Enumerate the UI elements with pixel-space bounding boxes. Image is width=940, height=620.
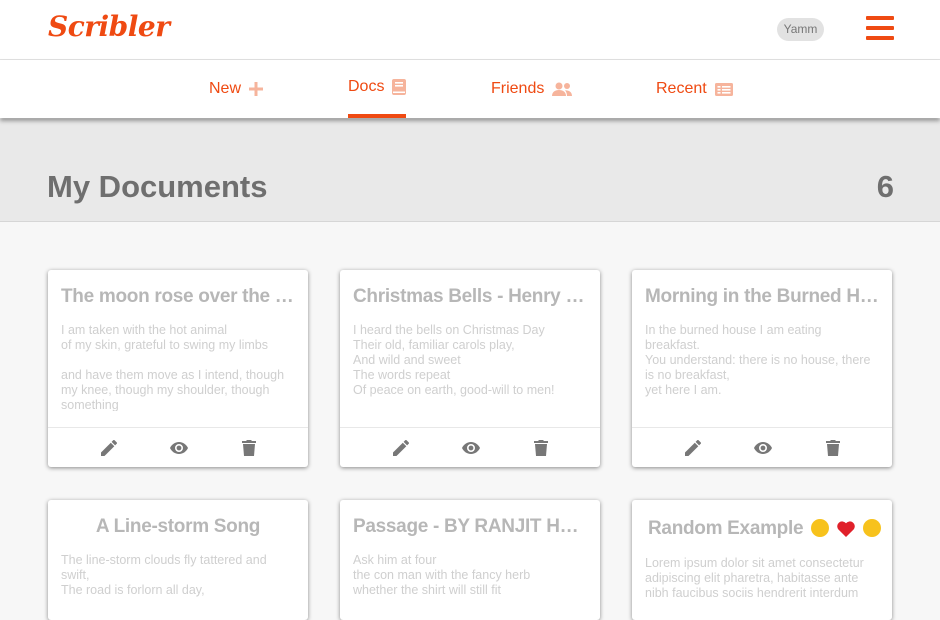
document-card[interactable]: Random Example Lorem ipsum dolor sit ame… xyxy=(632,500,892,620)
trash-icon[interactable] xyxy=(239,438,259,458)
tab-docs[interactable]: Docs xyxy=(348,58,407,116)
pencil-icon[interactable] xyxy=(683,438,703,458)
pencil-icon[interactable] xyxy=(99,438,119,458)
card-preview: In the burned house I am eating breakfas… xyxy=(645,323,871,397)
plus-icon xyxy=(249,82,264,96)
document-card[interactable]: Morning in the Burned House In the burne… xyxy=(632,270,892,467)
document-count: 6 xyxy=(876,169,894,204)
card-title[interactable]: Morning in the Burned House xyxy=(645,286,879,308)
laughing-tears-emoji-icon xyxy=(863,519,882,537)
card-preview: Ask him at four the con man with the fan… xyxy=(353,553,531,597)
card-title-row[interactable]: Random Example xyxy=(648,518,882,543)
page-header: My Documents 6 xyxy=(0,119,940,222)
tab-recent[interactable]: Recent xyxy=(656,60,733,118)
card-title[interactable]: Passage - BY RANJIT HOSKOTE xyxy=(353,516,587,538)
user-badge[interactable]: Yamm xyxy=(777,18,824,41)
hamburger-menu-icon[interactable] xyxy=(866,16,894,42)
tab-docs-label: Docs xyxy=(348,78,385,95)
card-title: Random Example xyxy=(648,518,804,539)
document-card[interactable]: Christmas Bells - Henry Wadsworth Longfe… xyxy=(340,270,600,467)
card-title[interactable]: The moon rose over the bay. I had a lot … xyxy=(61,286,295,308)
pencil-icon[interactable] xyxy=(391,438,411,458)
list-icon xyxy=(714,82,733,96)
main-nav: New Docs Friends Recent xyxy=(0,60,940,118)
tab-new-label: New xyxy=(209,80,242,97)
card-actions xyxy=(48,427,308,467)
heart-eyes-emoji-icon xyxy=(811,519,830,537)
book-icon xyxy=(392,79,407,95)
page-title: My Documents xyxy=(47,169,268,204)
top-bar: Scribler Yamm xyxy=(0,0,940,60)
card-actions xyxy=(340,427,600,467)
trash-icon[interactable] xyxy=(823,438,843,458)
card-preview: Lorem ipsum dolor sit amet consectetur a… xyxy=(645,556,864,600)
document-card[interactable]: A Line-storm Song The line-storm clouds … xyxy=(48,500,308,620)
tab-new[interactable]: New xyxy=(209,60,264,118)
trash-icon[interactable] xyxy=(531,438,551,458)
tab-friends-label: Friends xyxy=(491,80,545,97)
card-preview: The line-storm clouds fly tattered and s… xyxy=(61,553,267,597)
document-card[interactable]: Passage - BY RANJIT HOSKOTE Ask him at f… xyxy=(340,500,600,620)
app-logo[interactable]: Scribler xyxy=(48,10,170,43)
active-tab-indicator xyxy=(348,114,406,118)
card-title[interactable]: Christmas Bells - Henry Wadsworth Longfe… xyxy=(353,286,587,308)
document-card[interactable]: The moon rose over the bay. I had a lot … xyxy=(48,270,308,467)
eye-icon[interactable] xyxy=(753,438,773,458)
eye-icon[interactable] xyxy=(169,438,189,458)
users-icon xyxy=(552,82,573,96)
card-preview: I heard the bells on Christmas Day Their… xyxy=(353,323,555,397)
card-actions xyxy=(632,427,892,467)
red-heart-icon xyxy=(837,521,855,543)
card-preview: I am taken with the hot animal of my ski… xyxy=(61,323,285,411)
eye-icon[interactable] xyxy=(461,438,481,458)
tab-recent-label: Recent xyxy=(656,80,707,97)
tab-friends[interactable]: Friends xyxy=(491,60,573,118)
card-title[interactable]: A Line-storm Song xyxy=(61,516,295,538)
